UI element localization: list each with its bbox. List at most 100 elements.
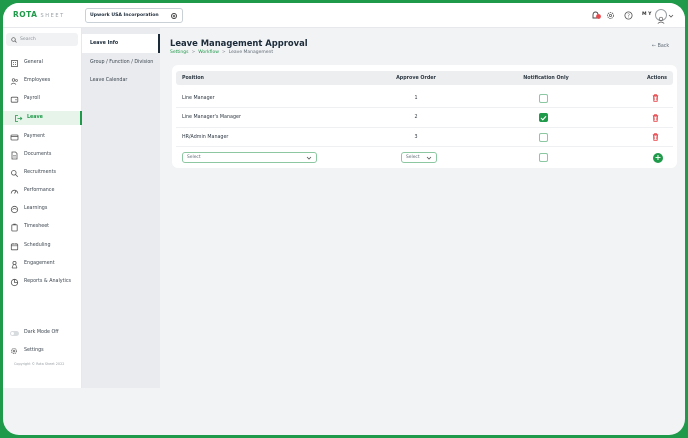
breadcrumb-workflow[interactable]: Workflow [198, 50, 219, 55]
row-position: Line Manager's Manager [182, 115, 241, 120]
wallet-icon [10, 96, 19, 103]
sidebar-item-label: Scheduling [24, 243, 51, 248]
building-icon [11, 60, 18, 67]
subnav-item-group-function-division[interactable]: Group / Function / Division [82, 53, 160, 72]
sidebar-item-employees[interactable]: Employees [3, 74, 82, 88]
sidebar-item-label: Documents [24, 152, 52, 157]
top-bar: ROTA SHEET Upwork USA Incorporation ? M Y [3, 3, 685, 28]
breadcrumb: Settings > Workflow > Leave Management [170, 50, 273, 55]
notification-only-checkbox[interactable] [539, 153, 548, 162]
back-button[interactable]: ← Back [652, 44, 669, 49]
app-window: ROTA SHEET Upwork USA Incorporation ? M Y… [3, 3, 685, 435]
document-icon [11, 151, 18, 160]
sidebar-item-performance[interactable]: Performance [3, 184, 82, 198]
table-row: Line Manager's Manager 2 [176, 109, 673, 128]
sidebar-item-engagement[interactable]: Engagement [3, 257, 82, 271]
sidebar-item-settings[interactable]: Settings [3, 344, 82, 358]
company-selector[interactable]: Upwork USA Incorporation [85, 8, 183, 23]
chart-icon [10, 278, 19, 287]
help-icon[interactable]: ? [624, 11, 633, 20]
user-avatar[interactable] [655, 9, 667, 24]
logo[interactable]: ROTA SHEET [13, 10, 65, 19]
gear-icon[interactable] [170, 12, 178, 20]
chevron-down-icon[interactable] [668, 14, 674, 18]
sidebar-item-reports-analytics[interactable]: Reports & Analytics [3, 275, 82, 289]
sidebar-item-label: Recruitments [24, 170, 56, 175]
settings-label: Settings [24, 348, 44, 353]
breadcrumb-separator: > [221, 50, 226, 55]
row-position: Line Manager [182, 95, 215, 101]
gear-icon [11, 348, 17, 354]
delete-icon[interactable] [652, 94, 659, 102]
sidebar-item-label: Timesheet [24, 224, 50, 229]
sidebar-item-timesheet[interactable]: Timesheet [3, 220, 82, 234]
page-title: Leave Management Approval [170, 38, 308, 48]
gauge-icon [10, 189, 19, 194]
position-select-value: Select [187, 155, 201, 160]
header-approve-order: Approve Order [396, 75, 436, 81]
back-arrow-icon: ← [652, 44, 657, 49]
position-select[interactable]: Select [182, 152, 317, 163]
learning-icon [10, 205, 19, 214]
header-notification-only: Notification Only [523, 75, 569, 81]
sidebar-item-label: Learnings [24, 206, 48, 211]
notification-bell-icon[interactable] [591, 11, 601, 20]
company-name: Upwork USA Incorporation [90, 13, 159, 18]
settings-subnav: Leave Info Group / Function / Division L… [82, 28, 160, 388]
row-approve-order: 3 [414, 134, 418, 140]
delete-icon[interactable] [652, 133, 659, 141]
order-select-value: Select [406, 155, 420, 160]
subnav-item-leave-info[interactable]: Leave Info [82, 34, 160, 53]
exit-icon [15, 115, 23, 122]
notification-only-checkbox[interactable] [539, 132, 548, 142]
subnav-label: Leave Info [90, 41, 119, 46]
order-select[interactable]: Select [401, 152, 437, 163]
people-icon [10, 78, 18, 85]
notification-only-checkbox[interactable] [539, 113, 548, 122]
sidebar-item-leave[interactable]: Leave [3, 111, 82, 125]
new-approver-row: Select Select + [176, 148, 673, 167]
sidebar-item-label: General [24, 60, 43, 65]
search-user-icon [11, 170, 19, 178]
chevron-down-icon [306, 156, 312, 160]
subnav-label: Leave Calendar [90, 78, 128, 83]
header-actions: Actions [646, 75, 667, 81]
breadcrumb-settings[interactable]: Settings [170, 50, 188, 55]
add-row-button[interactable]: + [653, 152, 663, 163]
clipboard-icon [11, 223, 18, 232]
row-position: HR/Admin Manager [182, 134, 229, 140]
back-label: Back [657, 44, 670, 49]
sidebar-item-scheduling[interactable]: Scheduling [3, 239, 82, 253]
search-icon [11, 36, 17, 43]
sidebar-item-documents[interactable]: Documents [3, 148, 82, 162]
sidebar-item-label: Engagement [24, 261, 55, 266]
engagement-icon [11, 260, 18, 269]
subnav-label: Group / Function / Division [90, 60, 154, 65]
card-icon [10, 134, 19, 141]
sidebar-item-label: Performance [24, 188, 55, 193]
header-position: Position [182, 75, 204, 81]
approval-table-card: Position Approve Order Notification Only… [172, 65, 677, 168]
table-row: HR/Admin Manager 3 [176, 128, 673, 147]
row-approve-order: 2 [414, 115, 418, 120]
logo-subtext: SHEET [40, 13, 65, 19]
delete-icon[interactable] [652, 113, 659, 122]
sidebar-item-payroll[interactable]: Payroll [3, 92, 82, 106]
sidebar-item-label: Payment [24, 134, 46, 139]
settings-icon[interactable] [606, 11, 615, 20]
subnav-item-leave-calendar[interactable]: Leave Calendar [82, 71, 160, 90]
sidebar-item-payment[interactable]: Payment [3, 130, 82, 144]
chevron-down-icon [426, 156, 432, 160]
table-header: Position Approve Order Notification Only… [176, 71, 673, 85]
notification-only-checkbox[interactable] [539, 93, 548, 103]
search-placeholder: Search [20, 37, 36, 42]
sidebar-item-general[interactable]: General [3, 56, 82, 70]
search-input[interactable]: Search [6, 33, 78, 46]
dark-mode-item[interactable]: Dark Mode Off [3, 326, 82, 340]
sidebar-item-label: Leave [27, 115, 43, 120]
sidebar-item-learnings[interactable]: Learnings [3, 202, 82, 216]
table-row: Line Manager 1 [176, 89, 673, 108]
sidebar-item-label: Employees [24, 78, 51, 83]
user-initials: M Y [642, 12, 652, 17]
sidebar-item-recruitments[interactable]: Recruitments [3, 166, 82, 180]
